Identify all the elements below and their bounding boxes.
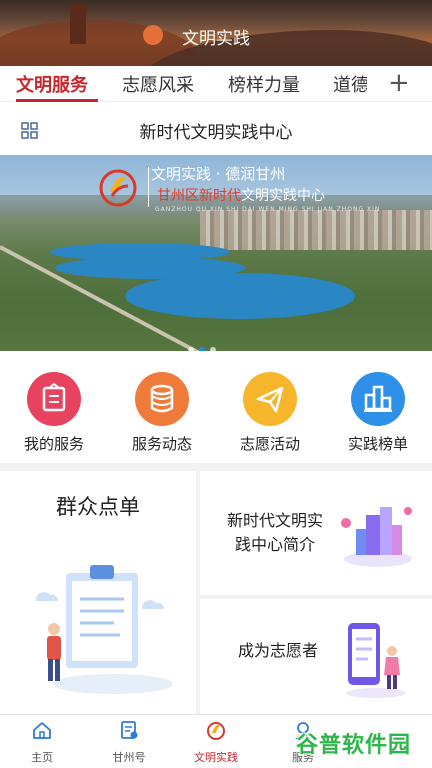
quick-item-service-news[interactable]: 服务动态 [112,372,212,454]
tab-morality[interactable]: 道德 [333,71,367,97]
ranking-icon [351,372,405,426]
carousel-dot[interactable] [210,347,216,351]
phone-volunteer-icon [346,623,406,698]
banner-carousel[interactable]: 文明实践 · 德润甘州 甘州区新时代文明实践中心 GANZHOU QU XIN … [0,155,432,351]
card-center-intro[interactable]: 新时代文明实践中心简介 [200,471,432,595]
active-tab-indicator [16,99,98,102]
banner-center-name: 甘州区新时代文明实践中心 [157,185,325,205]
carousel-dot-active[interactable] [199,347,205,351]
nav-label: 主页 [31,751,53,764]
quick-item-practice-ranking[interactable]: 实践榜单 [328,372,428,454]
banner-center-name-red: 甘州区新时代 [157,188,241,204]
banner-divider [148,167,149,207]
banner-city [200,210,432,250]
carousel-dots [188,338,221,351]
page-title: 文明实践 [182,29,250,49]
card-title: 新时代文明实践中心简介 [226,511,323,554]
card-title: 群众点单 [56,495,140,519]
watermark: 谷普软件园 [296,733,412,758]
category-tabs: 文明服务 志愿风采 榜样力量 道德 + [0,66,432,102]
quick-item-label: 我的服务 [23,435,84,453]
document-icon [121,721,138,739]
database-icon [135,372,189,426]
quick-menu: 我的服务 服务动态 志愿活动 实践榜单 [0,362,432,462]
quick-item-my-service[interactable]: 我的服务 [4,372,104,454]
tab-civilization-service[interactable]: 文明服务 [16,71,88,97]
nav-ganzhou-account[interactable]: 甘州号 [94,719,164,765]
clipboard-icon [27,372,81,426]
card-become-volunteer[interactable]: 成为志愿者 [200,599,432,714]
section-gap [0,463,432,471]
banner-pinyin: GANZHOU QU XIN SHI DAI WEN MING SHI JIAN… [155,206,381,213]
section-header: 新时代文明实践中心 [0,103,432,155]
app-header: 文明实践 [0,0,432,66]
quick-item-label: 服务动态 [131,435,192,453]
home-icon [33,722,51,739]
nav-home[interactable]: 主页 [7,719,77,765]
tab-volunteer-style[interactable]: 志愿风采 [122,71,194,97]
carousel-dot[interactable] [188,347,194,351]
quick-item-label: 志愿活动 [239,435,300,453]
section-title: 新时代文明实践中心 [139,123,293,143]
city-buildings-icon [341,507,412,567]
tab-morality-label: 道德 [333,75,367,96]
banner-lake [125,273,355,319]
civilization-logo-icon [99,169,137,207]
clipboard-illustration-icon [36,565,173,694]
nav-label: 文明实践 [194,751,238,764]
quick-item-label: 实践榜单 [347,435,408,453]
add-tab-icon[interactable]: + [388,68,410,98]
banner-center-name-white: 文明实践中心 [241,188,325,204]
banner-slogan: 文明实践 · 德润甘州 [151,165,286,183]
nav-label: 甘州号 [112,751,146,764]
card-title: 成为志愿者 [238,641,319,660]
quick-item-volunteer-activity[interactable]: 志愿活动 [220,372,320,454]
card-mass-order[interactable]: 群众点单 [0,471,196,714]
nav-civilization-practice[interactable]: 文明实践 [181,719,251,765]
civilization-logo-icon [207,722,225,740]
tab-role-model[interactable]: 榜样力量 [228,71,300,97]
paper-plane-icon [243,372,297,426]
